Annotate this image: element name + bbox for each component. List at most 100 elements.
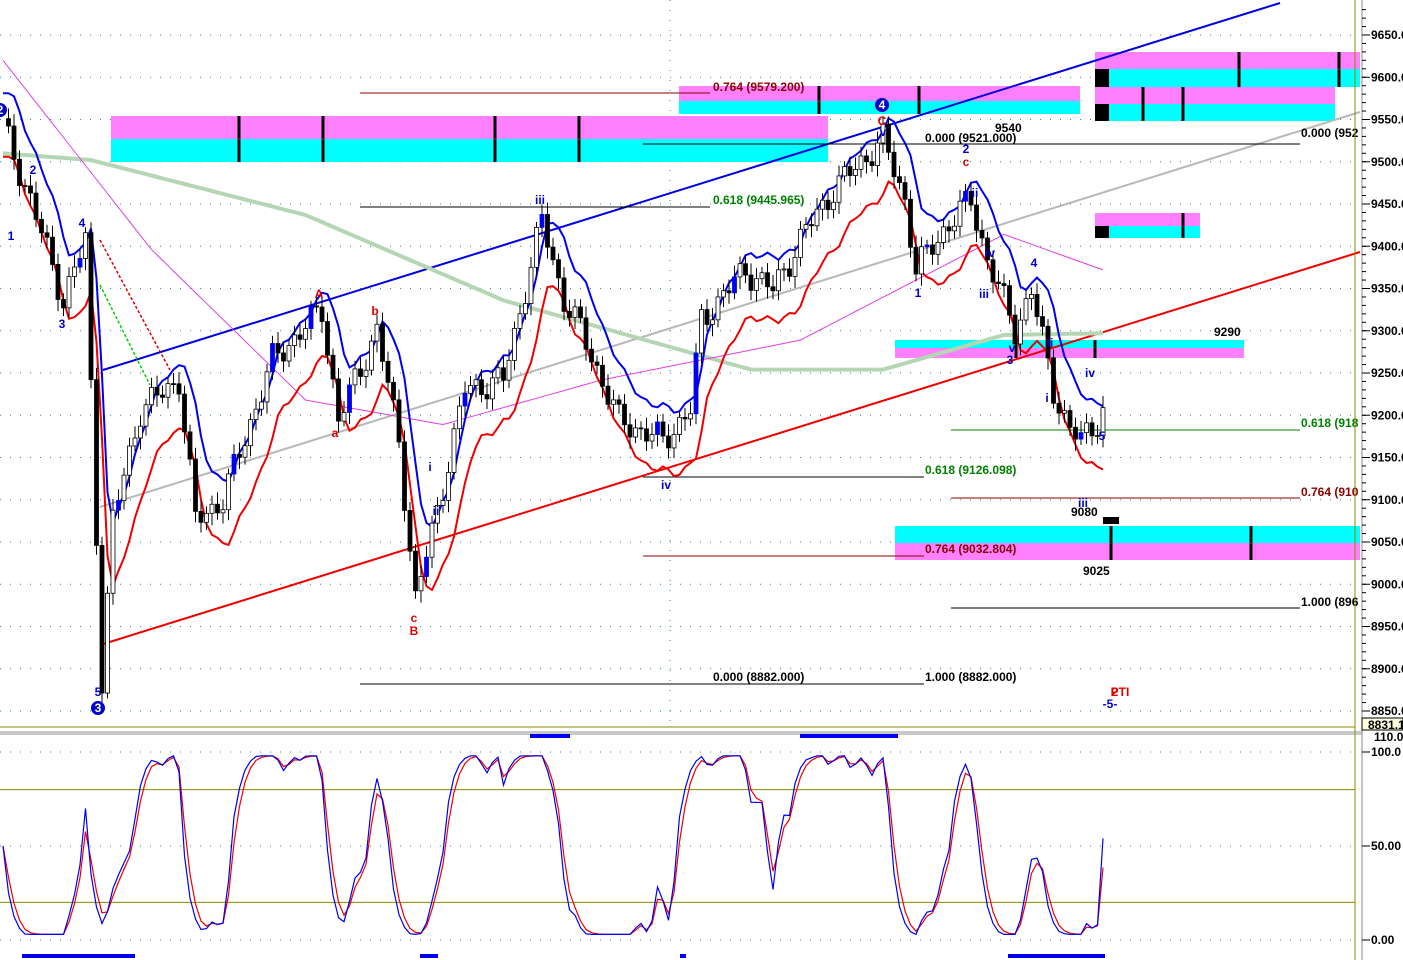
candle-down bbox=[1034, 294, 1040, 317]
candle-down bbox=[391, 381, 396, 401]
candle-up bbox=[209, 503, 215, 514]
wave-label: iv bbox=[661, 478, 671, 492]
candle-down bbox=[193, 458, 198, 512]
candle-up bbox=[1084, 422, 1089, 434]
target-zone-cyan bbox=[1095, 69, 1360, 87]
panel-splitter bbox=[0, 731, 1362, 735]
candle-down bbox=[314, 305, 319, 308]
candle-up bbox=[363, 369, 369, 377]
candle-up bbox=[308, 305, 314, 329]
axis-label: 8950.0 bbox=[1371, 620, 1403, 634]
candle-down bbox=[809, 224, 814, 227]
candle-up bbox=[286, 345, 292, 362]
price-chart[interactable]: 0.764 (9579.200) 0.618 (9445.965) 0.000 (9… bbox=[0, 0, 1403, 960]
price-mark: 9290 bbox=[1214, 325, 1241, 339]
candle-up bbox=[792, 256, 798, 277]
oscillator-axis-label: 100.0 bbox=[1371, 745, 1401, 759]
candle-down bbox=[990, 259, 996, 283]
wave-label: 2 bbox=[30, 163, 37, 177]
candle-up bbox=[303, 328, 308, 340]
candle-up bbox=[253, 408, 259, 421]
candle-down bbox=[1001, 283, 1007, 286]
candle-up bbox=[231, 453, 237, 475]
candle-down bbox=[28, 185, 33, 194]
wave-label: 1 bbox=[915, 286, 922, 300]
candle-down bbox=[1067, 410, 1073, 428]
candle-down bbox=[396, 399, 402, 443]
candle-up bbox=[77, 258, 83, 268]
candle-up bbox=[721, 290, 726, 298]
fib-label: 0.618 (9126.098) bbox=[925, 463, 1016, 477]
zone-marker-block bbox=[1095, 104, 1109, 121]
candle-up bbox=[468, 385, 473, 394]
fib-label: 0.764 (910 bbox=[1301, 485, 1359, 499]
candle-up bbox=[963, 191, 968, 202]
candle-down bbox=[176, 383, 182, 395]
candle-up bbox=[165, 383, 171, 398]
candle-down bbox=[50, 236, 55, 265]
candle-down bbox=[886, 123, 891, 153]
candle-up bbox=[143, 404, 149, 427]
wave-label: ii bbox=[972, 186, 979, 200]
candle-up bbox=[259, 401, 264, 410]
candle-down bbox=[704, 309, 710, 325]
price-axis: 9650.0 9600.0 9550.0 9500.0 9450.0 9400.0 9350… bbox=[1361, 9, 1403, 732]
candle-down bbox=[407, 510, 413, 552]
wave-label: i bbox=[428, 460, 431, 474]
wave-label: -5- bbox=[1103, 697, 1118, 711]
candle-up bbox=[473, 379, 479, 386]
candle-down bbox=[297, 334, 303, 340]
candle-down bbox=[61, 299, 66, 309]
candle-down bbox=[275, 343, 281, 354]
candle-down bbox=[594, 361, 600, 366]
candle-down bbox=[638, 427, 644, 430]
fib-label: 0.764 (9032.804) bbox=[925, 542, 1016, 556]
axis-label: 9050.0 bbox=[1371, 535, 1403, 549]
axis-label: 9100.0 bbox=[1371, 493, 1403, 507]
candle-up bbox=[204, 512, 209, 523]
axis-label: 9400.0 bbox=[1371, 239, 1403, 253]
candle-down bbox=[550, 246, 556, 261]
candle-down bbox=[682, 416, 688, 420]
candle-up bbox=[1029, 294, 1034, 300]
candle-down bbox=[869, 161, 875, 166]
price-mark: 9540 bbox=[995, 121, 1022, 135]
candle-up bbox=[842, 166, 847, 177]
candle-down bbox=[358, 368, 363, 377]
candle-up bbox=[374, 323, 380, 342]
oscillator-panel: 100.0 50.00 0.00 110.0 bbox=[0, 730, 1403, 958]
candle-up bbox=[264, 371, 270, 403]
zone-marker-block bbox=[1095, 69, 1109, 87]
candle-down bbox=[864, 155, 869, 163]
wave-label: iv bbox=[1085, 366, 1095, 380]
fib-label: 1.000 (896 bbox=[1301, 595, 1359, 609]
candle-up bbox=[688, 413, 693, 420]
candle-down bbox=[281, 352, 286, 362]
candle-down bbox=[908, 198, 913, 248]
candle-up bbox=[1078, 432, 1084, 440]
wave-label: 3 bbox=[59, 317, 66, 331]
candles bbox=[6, 108, 1106, 705]
candle-up bbox=[671, 434, 677, 449]
candle-up bbox=[270, 343, 275, 373]
candle-up bbox=[83, 232, 88, 259]
candle-down bbox=[660, 421, 666, 437]
target-zone-cyan bbox=[895, 340, 1244, 348]
candle-down bbox=[605, 385, 611, 405]
wave-label: 5 bbox=[1099, 429, 1106, 443]
candle-up bbox=[248, 419, 253, 447]
candle-down bbox=[913, 246, 919, 275]
candle-down bbox=[974, 204, 979, 231]
candle-down bbox=[644, 428, 649, 442]
candle-down bbox=[622, 403, 627, 426]
candle-up bbox=[451, 428, 457, 473]
candle-up bbox=[803, 224, 809, 230]
candle-down bbox=[330, 354, 336, 380]
candle-down bbox=[891, 151, 897, 178]
fib-label: 0.764 (9579.200) bbox=[713, 80, 804, 94]
candle-up bbox=[1023, 298, 1029, 321]
candle-down bbox=[484, 394, 490, 400]
candle-down bbox=[385, 361, 391, 383]
candle-down bbox=[666, 435, 671, 449]
fib-label: 0.618 (9445.965) bbox=[713, 193, 804, 207]
